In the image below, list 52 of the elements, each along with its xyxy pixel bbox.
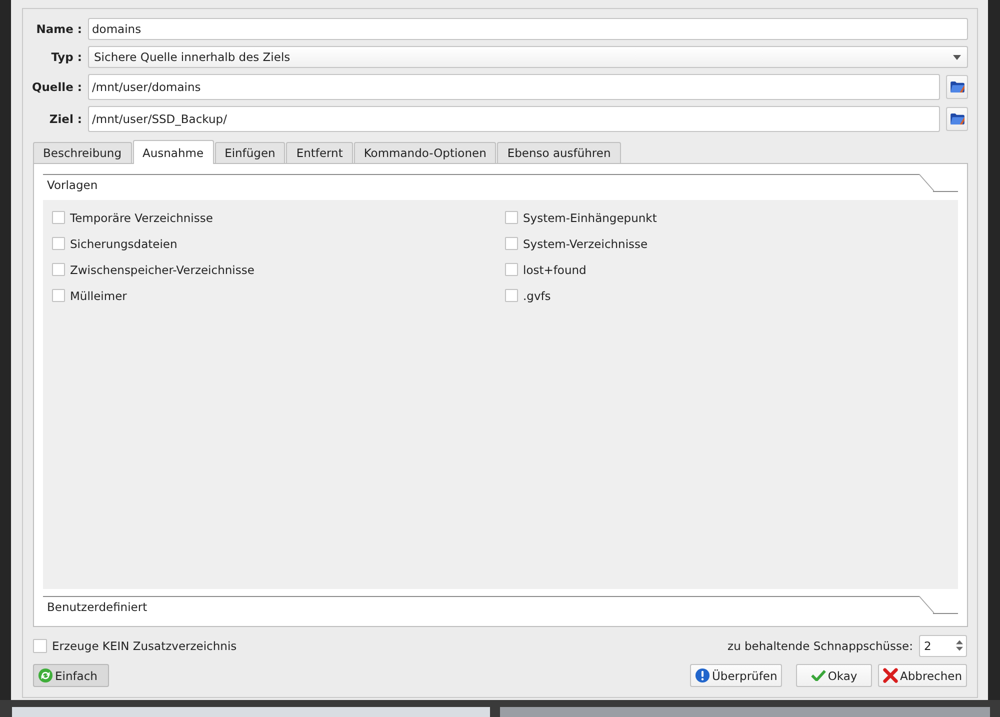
checkbox-label: System-Einhängepunkt bbox=[523, 210, 657, 224]
name-field[interactable]: domains bbox=[88, 18, 968, 40]
cancel-button[interactable]: Abbrechen bbox=[878, 664, 967, 687]
checkbox-label: .gvfs bbox=[523, 288, 551, 302]
checkbox[interactable] bbox=[505, 289, 518, 302]
info-icon bbox=[695, 668, 710, 683]
caret-icon bbox=[953, 54, 961, 60]
field-label: Typ : bbox=[51, 50, 82, 64]
checkbox-label: Temporäre Verzeichnisse bbox=[70, 210, 213, 224]
path-field[interactable]: /mnt/user/SSD_Backup/ bbox=[88, 106, 940, 132]
checkbox[interactable] bbox=[52, 289, 65, 302]
tab[interactable]: Beschreibung bbox=[33, 142, 132, 163]
simple-button[interactable]: Einfach bbox=[33, 664, 109, 687]
spinbox-label: zu behaltende Schnappschüsse: bbox=[728, 639, 913, 653]
browse-button[interactable] bbox=[946, 75, 968, 99]
checkbox[interactable] bbox=[52, 263, 65, 276]
spin-arrows-icon[interactable] bbox=[956, 639, 963, 652]
cross-icon bbox=[883, 668, 898, 683]
section-header[interactable]: Vorlagen bbox=[43, 174, 958, 192]
checkbox[interactable] bbox=[52, 211, 65, 224]
taskbar-button[interactable] bbox=[500, 707, 990, 717]
checkbox-label: Erzeuge KEIN Zusatzverzeichnis bbox=[52, 639, 237, 653]
folder-icon bbox=[950, 81, 964, 93]
checkbox-label: Zwischenspeicher-Verzeichnisse bbox=[70, 262, 254, 276]
folder-icon bbox=[950, 113, 964, 125]
type-combo[interactable]: Sichere Quelle innerhalb des Ziels bbox=[88, 46, 968, 68]
field-label: Name : bbox=[36, 22, 82, 36]
field-label: Quelle : bbox=[32, 80, 82, 94]
tab[interactable]: Kommando-Optionen bbox=[354, 142, 496, 163]
validate-button[interactable]: Überprüfen bbox=[690, 664, 782, 687]
snapshot-spinbox[interactable]: 2 bbox=[919, 635, 967, 657]
checkbox[interactable] bbox=[505, 237, 518, 250]
checkbox-label: Sicherungsdateien bbox=[70, 236, 178, 250]
checkbox-label: lost+found bbox=[523, 262, 586, 276]
browse-button[interactable] bbox=[946, 107, 968, 131]
checkbox-label: Mülleimer bbox=[70, 288, 127, 302]
tab[interactable]: Einfügen bbox=[214, 142, 286, 163]
path-field[interactable]: /mnt/user/domains bbox=[88, 74, 940, 100]
checkbox[interactable] bbox=[52, 237, 65, 250]
check-icon bbox=[810, 670, 826, 681]
taskbar-button[interactable] bbox=[12, 707, 490, 717]
checkbox[interactable] bbox=[33, 639, 47, 653]
checkbox[interactable] bbox=[505, 263, 518, 276]
refresh-icon bbox=[38, 668, 53, 683]
field-label: Ziel : bbox=[49, 112, 82, 126]
checkbox[interactable] bbox=[505, 211, 518, 224]
tab[interactable]: Ebenso ausführen bbox=[497, 142, 621, 163]
tab[interactable]: Ausnahme bbox=[132, 140, 214, 164]
tab[interactable]: Entfernt bbox=[286, 142, 353, 163]
okay-button[interactable]: Okay bbox=[796, 664, 872, 687]
section-header[interactable]: Benutzerdefiniert bbox=[43, 596, 958, 614]
checkbox-label: System-Verzeichnisse bbox=[523, 236, 648, 250]
